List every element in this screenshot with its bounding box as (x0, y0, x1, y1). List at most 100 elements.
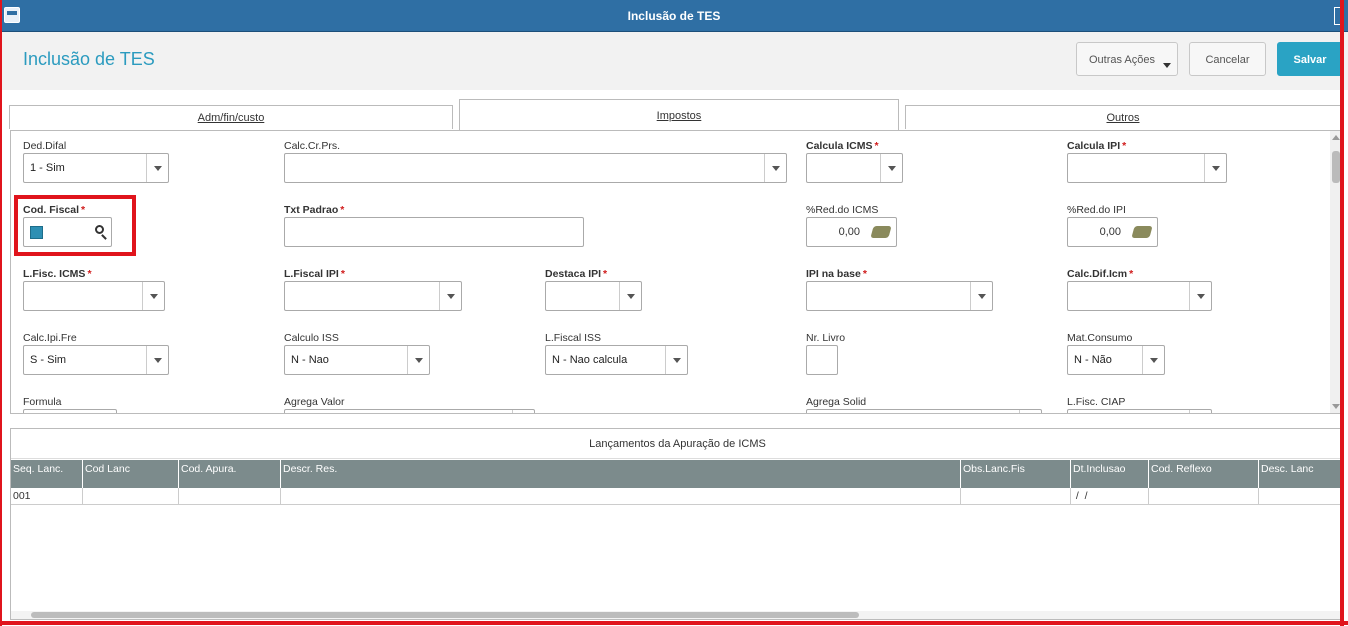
calculo-iss-value: N - Nao (291, 354, 329, 366)
chevron-down-icon[interactable] (619, 282, 641, 310)
calc-ipi-fre-select[interactable]: S - Sim (23, 345, 169, 375)
lfiscal-iss-select[interactable]: N - Nao calcula (545, 345, 688, 375)
table-cell[interactable] (83, 488, 179, 505)
calculator-icon[interactable] (870, 226, 892, 238)
more-actions-label: Outras Ações (1088, 54, 1156, 66)
more-actions-button[interactable]: Outras Ações (1076, 42, 1178, 76)
agrega-valor-select[interactable] (284, 409, 535, 413)
chevron-down-icon[interactable] (1019, 410, 1041, 413)
chevron-down-icon[interactable] (1189, 282, 1211, 310)
table-cell[interactable]: / / (1071, 488, 1149, 505)
grid-scrollbar[interactable] (11, 611, 1342, 619)
ipi-na-base-label: IPI na base * (806, 268, 867, 280)
destaca-ipi-label: Destaca IPI * (545, 268, 607, 280)
scroll-thumb[interactable] (31, 612, 859, 618)
required-marker: * (340, 204, 345, 216)
table-cell[interactable] (281, 488, 961, 505)
calc-dif-icm-label: Calc.Dif.Icm * (1067, 268, 1133, 280)
txt-padrao-text: Txt Padrao (284, 204, 339, 216)
lfisc-ciap-select[interactable] (1067, 409, 1212, 413)
calc-ipi-fre-value: S - Sim (30, 354, 67, 366)
tab-impostos[interactable]: Impostos (459, 99, 899, 130)
agrega-valor-label: Agrega Valor (284, 396, 345, 408)
chevron-down-icon[interactable] (439, 282, 461, 310)
lfisc-ciap-label: L.Fisc. CIAP (1067, 396, 1126, 408)
tab-adm-fin-custo[interactable]: Adm/fin/custo (9, 105, 453, 129)
chevron-down-icon[interactable] (146, 154, 168, 182)
scroll-up-icon[interactable] (1332, 135, 1340, 140)
table-cell[interactable] (1259, 488, 1342, 505)
calcula-ipi-select[interactable] (1067, 153, 1227, 183)
red-icms-input[interactable]: 0,00 (806, 217, 897, 247)
formula-input[interactable] (23, 409, 117, 413)
column-header[interactable]: Obs.Lanc.Fis (961, 460, 1071, 488)
cod-fiscal-highlight (14, 195, 136, 256)
table-cell[interactable] (961, 488, 1071, 505)
chevron-down-icon[interactable] (764, 154, 786, 182)
chevron-down-icon[interactable] (1142, 346, 1164, 374)
table-cell[interactable] (179, 488, 281, 505)
tab-label: Outros (1106, 112, 1140, 124)
ded-difal-select[interactable]: 1 - Sim (23, 153, 169, 183)
calc-ipi-fre-label: Calc.Ipi.Fre (23, 332, 77, 344)
table-cell[interactable]: 001 (11, 488, 83, 505)
nr-livro-input[interactable] (806, 345, 838, 375)
txt-padrao-input[interactable] (284, 217, 584, 247)
page-header: Inclusão de TES Outras Ações Cancelar Sa… (0, 32, 1348, 90)
red-ipi-input[interactable]: 0,00 (1067, 217, 1158, 247)
chevron-down-icon[interactable] (970, 282, 992, 310)
tab-outros[interactable]: Outros (905, 105, 1341, 129)
column-header[interactable]: Cod. Apura. (179, 460, 281, 488)
red-icms-label: %Red.do ICMS (806, 204, 879, 216)
tab-label: Adm/fin/custo (197, 112, 265, 124)
scroll-thumb[interactable] (1332, 151, 1340, 183)
cancel-button[interactable]: Cancelar (1189, 42, 1266, 76)
calculo-iss-select[interactable]: N - Nao (284, 345, 430, 375)
column-header[interactable]: Dt.Inclusao (1071, 460, 1149, 488)
calc-cr-prs-select[interactable] (284, 153, 787, 183)
chevron-down-icon[interactable] (665, 346, 687, 374)
column-header[interactable]: Cod Lanc (83, 460, 179, 488)
calcula-icms-select[interactable] (806, 153, 903, 183)
calculo-iss-label: Calculo ISS (284, 332, 339, 344)
column-header[interactable]: Descr. Res. (281, 460, 961, 488)
agrega-solid-label: Agrega Solid (806, 396, 867, 408)
calcula-ipi-label: Calcula IPI * (1067, 140, 1126, 152)
chevron-down-icon[interactable] (1189, 410, 1211, 413)
lfisc-icms-select[interactable] (23, 281, 165, 311)
column-header[interactable]: Cod. Reflexo (1149, 460, 1259, 488)
save-button[interactable]: Salvar (1277, 42, 1343, 76)
chevron-down-icon[interactable] (512, 410, 534, 413)
icms-apuracao-grid: Lançamentos da Apuração de ICMS Seq. Lan… (10, 428, 1343, 620)
window-title: Inclusão de TES (627, 9, 721, 23)
mat-consumo-value: N - Não (1074, 354, 1112, 366)
mat-consumo-select[interactable]: N - Não (1067, 345, 1165, 375)
column-header[interactable]: Seq. Lanc. (11, 460, 83, 488)
table-row[interactable]: 001 / / (11, 488, 1342, 505)
page-title: Inclusão de TES (23, 49, 155, 69)
scroll-down-icon[interactable] (1332, 404, 1340, 409)
calculator-icon[interactable] (1131, 226, 1153, 238)
lfiscal-iss-value: N - Nao calcula (552, 354, 628, 366)
chevron-down-icon[interactable] (146, 346, 168, 374)
chevron-down-icon[interactable] (1204, 154, 1226, 182)
ipi-na-base-select[interactable] (806, 281, 993, 311)
required-marker: * (1122, 140, 1127, 152)
lfiscal-ipi-select[interactable] (284, 281, 462, 311)
grid-title: Lançamentos da Apuração de ICMS (11, 429, 1342, 459)
ded-difal-value: 1 - Sim (30, 162, 65, 174)
lfiscal-iss-label: L.Fiscal ISS (545, 332, 602, 344)
destaca-ipi-select[interactable] (545, 281, 642, 311)
column-header[interactable]: Desc. Lanc (1259, 460, 1342, 488)
window-titlebar: Inclusão de TES (0, 0, 1348, 32)
tab-bar: Adm/fin/custo Impostos Outros (0, 90, 1348, 130)
chevron-down-icon (1163, 63, 1171, 68)
agrega-solid-select[interactable] (806, 409, 1042, 413)
table-cell[interactable] (1149, 488, 1259, 505)
calc-dif-icm-select[interactable] (1067, 281, 1212, 311)
chevron-down-icon[interactable] (880, 154, 902, 182)
chevron-down-icon[interactable] (142, 282, 164, 310)
chevron-down-icon[interactable] (407, 346, 429, 374)
calcula-icms-label: Calcula ICMS * (806, 140, 879, 152)
red-ipi-label: %Red.do IPI (1067, 204, 1126, 216)
